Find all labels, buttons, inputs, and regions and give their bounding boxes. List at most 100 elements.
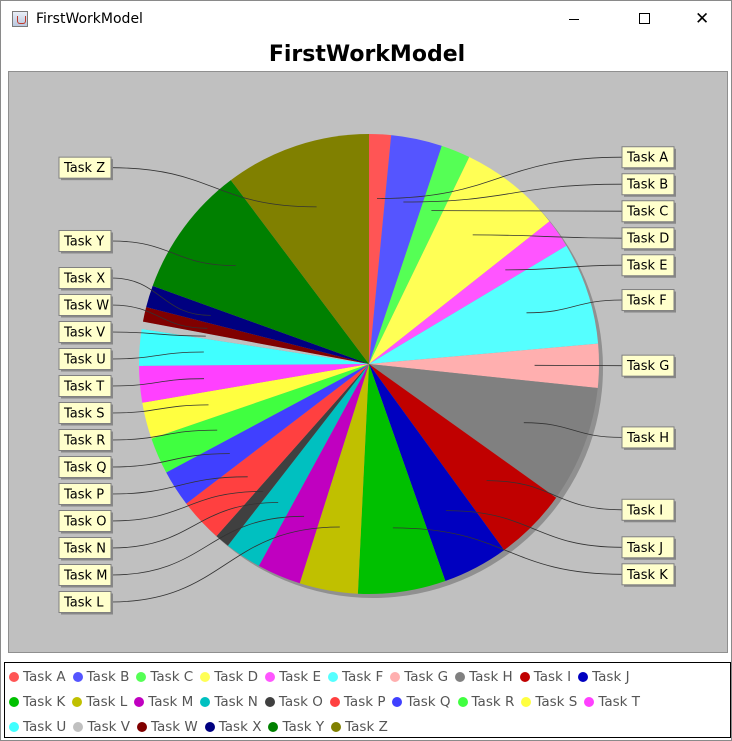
- slice-label: Task U: [63, 353, 106, 368]
- legend-item: Task P: [329, 694, 386, 710]
- legend-label: Task U: [23, 719, 67, 735]
- legend-swatch-icon: [264, 697, 275, 707]
- minimize-button[interactable]: [553, 1, 599, 38]
- slice-label: Task F: [626, 294, 667, 309]
- legend-label: Task X: [218, 719, 262, 735]
- legend-swatch-icon: [331, 722, 342, 732]
- pie-plot-area: Task A Task B Task C Task D Task E Task F Task…: [8, 71, 728, 653]
- legend-label: Task Q: [406, 694, 451, 710]
- legend-label: Task V: [87, 719, 130, 735]
- legend-swatch-icon: [9, 697, 19, 707]
- legend-item: Task F: [328, 669, 383, 685]
- legend-label: Task M: [148, 694, 194, 710]
- app-window: FirstWorkModel ✕ FirstWorkModel Task A Ta…: [0, 0, 732, 741]
- legend-item: Task I: [519, 669, 572, 685]
- slice-label: Task P: [63, 488, 104, 503]
- legend-item: Task O: [264, 694, 323, 710]
- legend-label: Task D: [214, 669, 259, 685]
- legend-swatch-icon: [134, 697, 145, 707]
- legend-label: Task S: [535, 694, 578, 710]
- slice-label: Task W: [63, 299, 109, 314]
- legend-row: Task U Task V Task W Task X Task Y Task Z: [9, 716, 395, 736]
- legend-swatch-icon: [268, 722, 279, 732]
- legend-item: Task J: [578, 669, 630, 685]
- legend-label: Task Y: [282, 719, 325, 735]
- slice-label: Task H: [626, 431, 669, 446]
- legend-label: Task J: [592, 669, 630, 685]
- slice-label: Task N: [63, 542, 106, 557]
- legend-swatch-icon: [578, 672, 589, 682]
- slice-label: Task Y: [63, 234, 104, 249]
- legend-label: Task P: [343, 694, 386, 710]
- slice-label: Task M: [63, 569, 107, 584]
- legend-swatch-icon: [328, 672, 339, 682]
- legend-swatch-icon: [390, 672, 401, 682]
- legend-swatch-icon: [73, 722, 84, 732]
- legend-swatch-icon: [519, 672, 530, 682]
- legend-swatch-icon: [457, 697, 468, 707]
- legend-item: Task U: [9, 719, 66, 735]
- legend-item: Task G: [390, 669, 448, 685]
- title-bar[interactable]: FirstWorkModel ✕: [1, 1, 731, 38]
- legend-item: Task X: [204, 719, 262, 735]
- legend-item: Task S: [521, 694, 577, 710]
- legend-label: Task T: [598, 694, 641, 710]
- close-icon: ✕: [695, 9, 710, 29]
- java-app-icon: [12, 11, 28, 27]
- legend-label: Task I: [533, 669, 572, 685]
- legend-label: Task K: [23, 694, 66, 710]
- legend-item: Task K: [9, 694, 65, 710]
- legend-item: Task D: [200, 669, 258, 685]
- legend-item: Task R: [457, 694, 515, 710]
- legend-label: Task E: [279, 669, 322, 685]
- legend-label: Task N: [214, 694, 258, 710]
- legend-item: Task N: [200, 694, 258, 710]
- legend-swatch-icon: [136, 672, 147, 682]
- legend-label: Task C: [150, 669, 194, 685]
- slice-label: Task L: [63, 596, 104, 611]
- legend-swatch-icon: [204, 722, 215, 732]
- slice-label: Task X: [63, 272, 105, 287]
- slice-label: Task J: [626, 541, 663, 556]
- legend-swatch-icon: [9, 722, 19, 732]
- legend-label: Task W: [150, 719, 198, 735]
- legend-label: Task G: [404, 669, 449, 685]
- legend-swatch-icon: [136, 722, 147, 732]
- slice-label: Task S: [63, 407, 104, 422]
- legend-swatch-icon: [455, 672, 466, 682]
- pie-chart: Task A Task B Task C Task D Task E Task F Task…: [58, 134, 676, 615]
- legend-label: Task F: [342, 669, 384, 685]
- legend-swatch-icon: [329, 697, 340, 707]
- slice-label: Task B: [626, 178, 668, 193]
- legend-item: Task V: [73, 719, 130, 735]
- legend-item: Task E: [265, 669, 321, 685]
- legend-swatch-icon: [392, 697, 403, 707]
- slice-label: Task Q: [63, 461, 106, 476]
- legend-row: Task A Task B Task C Task D Task E Task F Task…: [9, 666, 637, 686]
- slice-label: Task K: [626, 568, 668, 583]
- slice-label: Task I: [626, 503, 663, 518]
- chart-title: FirstWorkModel: [268, 42, 466, 67]
- slice-label: Task D: [626, 232, 669, 247]
- legend-swatch-icon: [265, 672, 276, 682]
- slice-label: Task C: [626, 205, 668, 220]
- slice-label: Task R: [63, 434, 105, 449]
- legend-item: Task M: [134, 694, 193, 710]
- legend-item: Task H: [455, 669, 513, 685]
- legend-item: Task T: [584, 694, 640, 710]
- minimize-icon: [569, 19, 579, 20]
- legend-item: Task W: [136, 719, 198, 735]
- close-button[interactable]: ✕: [677, 1, 723, 38]
- slice-label: Task O: [63, 515, 106, 530]
- window-title: FirstWorkModel: [36, 11, 143, 27]
- legend-swatch-icon: [584, 697, 595, 707]
- legend-label: Task H: [469, 669, 513, 685]
- legend-label: Task Z: [345, 719, 388, 735]
- chart-legend: Task A Task B Task C Task D Task E Task F Task…: [4, 662, 731, 738]
- slice-label: Task Z: [63, 161, 105, 176]
- legend-item: Task Y: [268, 719, 324, 735]
- legend-label: Task R: [471, 694, 515, 710]
- legend-swatch-icon: [72, 672, 83, 682]
- maximize-button[interactable]: [621, 1, 667, 38]
- maximize-icon: [639, 13, 650, 24]
